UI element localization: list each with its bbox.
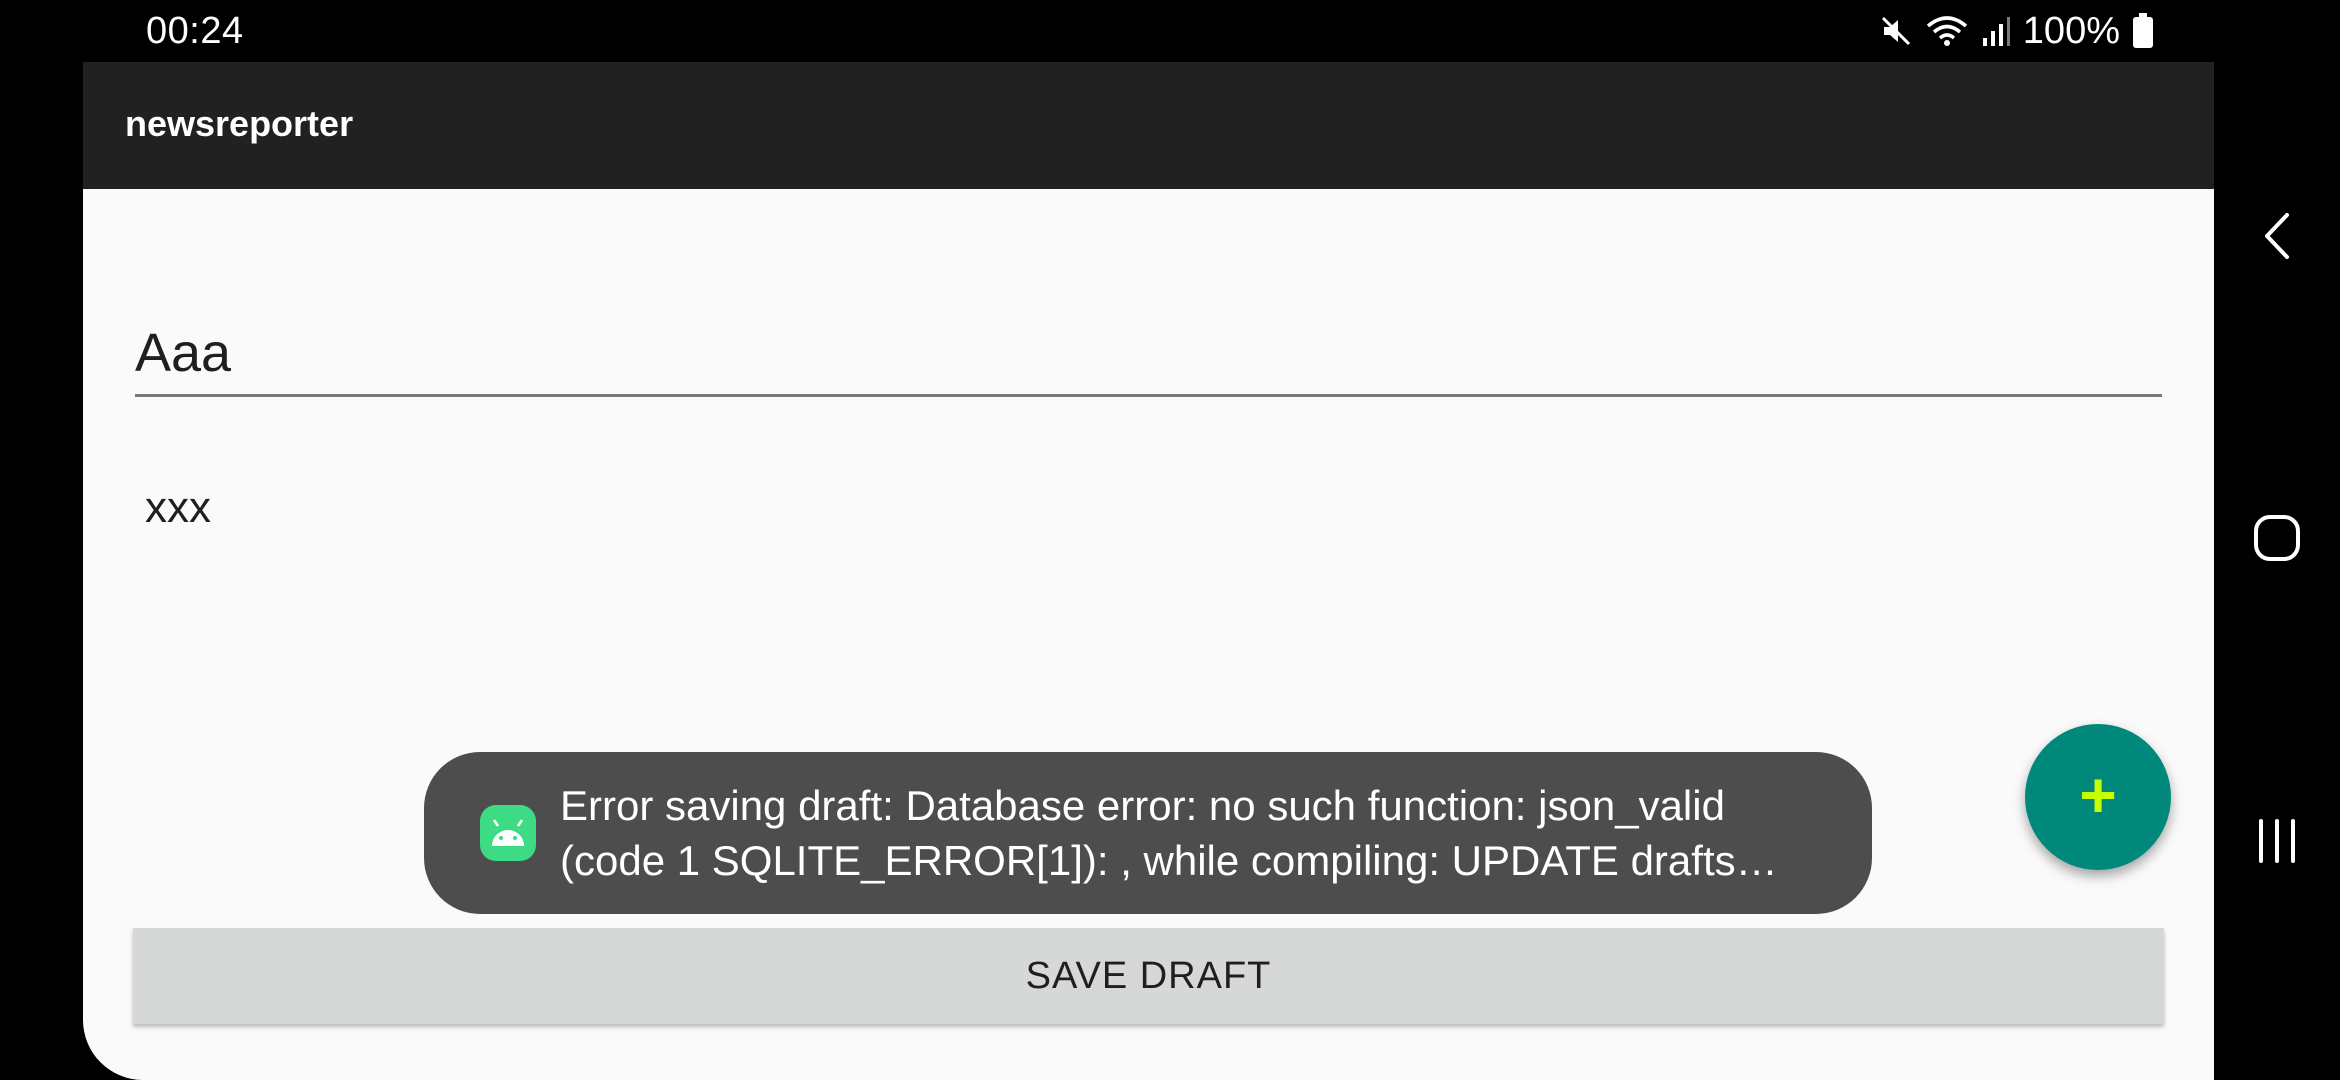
toast-line-1: Error saving draft: Database error: no s… [560, 782, 1725, 829]
mute-icon [1879, 14, 1913, 48]
body-input[interactable]: xxx [145, 482, 2145, 782]
app-window: newsreporter Aaa xxx SAVE DRAFT Error sa… [83, 62, 2214, 1080]
status-icons: 100% [1879, 8, 2154, 54]
save-draft-button[interactable]: SAVE DRAFT [133, 928, 2164, 1024]
status-time: 00:24 [146, 10, 244, 52]
app-bar: newsreporter [83, 62, 2214, 189]
signal-icon [1981, 14, 2011, 48]
error-toast: Error saving draft: Database error: no s… [424, 752, 1872, 914]
title-input-value: Aaa [135, 323, 232, 383]
android-icon [480, 805, 536, 861]
home-icon [2252, 513, 2302, 568]
recents-button[interactable] [2214, 783, 2340, 903]
wifi-icon [1925, 14, 1969, 48]
back-icon [2257, 211, 2297, 266]
back-button[interactable] [2214, 178, 2340, 298]
add-fab-button[interactable]: + [2025, 724, 2171, 870]
toast-message: Error saving draft: Database error: no s… [560, 778, 1778, 888]
app-title: newsreporter [125, 103, 354, 144]
toast-line-2: (code 1 SQLITE_ERROR[1]): , while compil… [560, 837, 1778, 884]
battery-percent: 100% [2022, 10, 2120, 52]
recents-icon [2255, 816, 2299, 871]
navigation-bar [2214, 0, 2340, 1080]
device-screen: 00:24 100% newsreporter Aaa xxx SAVE DRA… [0, 0, 2340, 1080]
plus-icon: + [2079, 759, 2117, 831]
status-bar: 00:24 100% [0, 0, 2214, 62]
battery-icon [2132, 13, 2154, 49]
home-button[interactable] [2214, 480, 2340, 600]
body-input-value: xxx [145, 483, 211, 532]
title-input[interactable]: Aaa [135, 257, 2162, 397]
